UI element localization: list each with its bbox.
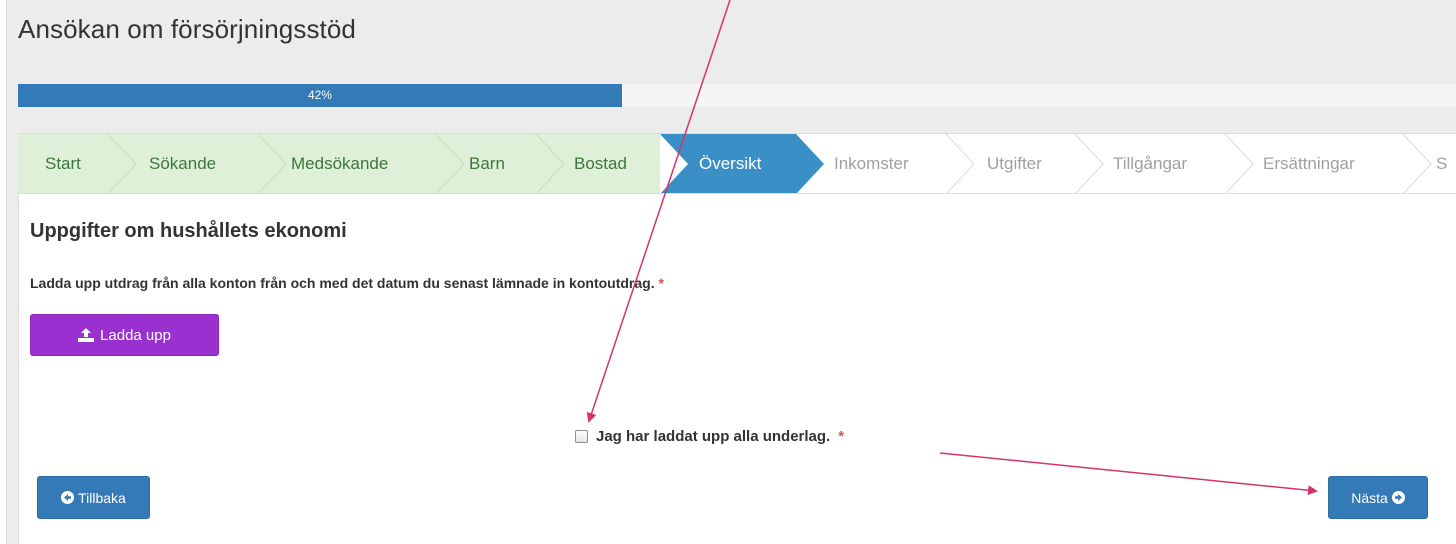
section-heading: Uppgifter om hushållets ekonomi [30, 220, 347, 242]
step-separator [945, 134, 975, 193]
content-panel [18, 133, 1456, 544]
wizard-step-medsokande[interactable]: Medsökande [291, 134, 388, 193]
circle-arrow-left-icon [61, 491, 75, 504]
wizard-step-utgifter: Utgifter [987, 154, 1042, 173]
upload-icon [78, 328, 95, 342]
confirm-upload-row[interactable]: Jag har laddat upp alla underlag. * [575, 428, 844, 445]
wizard-step-bostad[interactable]: Bostad [574, 134, 627, 193]
progress-label: 42% [307, 88, 332, 102]
confirm-upload-label: Jag har laddat upp alla underlag. [596, 428, 831, 445]
back-button-label: Tillbaka [78, 489, 126, 506]
progress-bar: 42% [18, 84, 1456, 107]
required-marker: * [838, 428, 845, 445]
next-button-label: Nästa [1351, 489, 1388, 506]
step-separator [1402, 134, 1432, 193]
wizard-step-ersattningar: Ersättningar [1263, 154, 1355, 173]
upload-button-label: Ladda upp [100, 326, 171, 344]
step-separator [1074, 134, 1104, 193]
page-title: Ansökan om försörjningsstöd [18, 14, 356, 44]
wizard-step-truncated: S [1436, 154, 1448, 173]
wizard-step-inkomster: Inkomster [834, 154, 909, 173]
upload-button[interactable]: Ladda upp [30, 314, 219, 356]
wizard-step-oversikt[interactable]: Översikt [699, 134, 761, 193]
step-separator [1224, 134, 1254, 193]
wizard-step-sokande[interactable]: Sökande [149, 134, 216, 193]
back-button[interactable]: Tillbaka [37, 476, 150, 519]
wizard-steps: Start Sökande Medsökande Barn Bostad Öve… [18, 134, 1456, 194]
next-button[interactable]: Nästa [1328, 476, 1428, 519]
left-edge [0, 0, 7, 544]
circle-arrow-right-icon [1391, 491, 1405, 504]
progress-fill: 42% [18, 84, 622, 107]
upload-instruction: Ladda upp utdrag från alla konton från o… [30, 275, 664, 291]
confirm-upload-checkbox[interactable] [575, 430, 588, 443]
wizard-step-start[interactable]: Start [45, 134, 81, 193]
wizard-step-tillgangar: Tillgångar [1113, 154, 1188, 173]
upload-instruction-text: Ladda upp utdrag från alla konton från o… [30, 275, 655, 291]
wizard-step-barn[interactable]: Barn [469, 134, 505, 193]
required-marker: * [658, 275, 664, 291]
